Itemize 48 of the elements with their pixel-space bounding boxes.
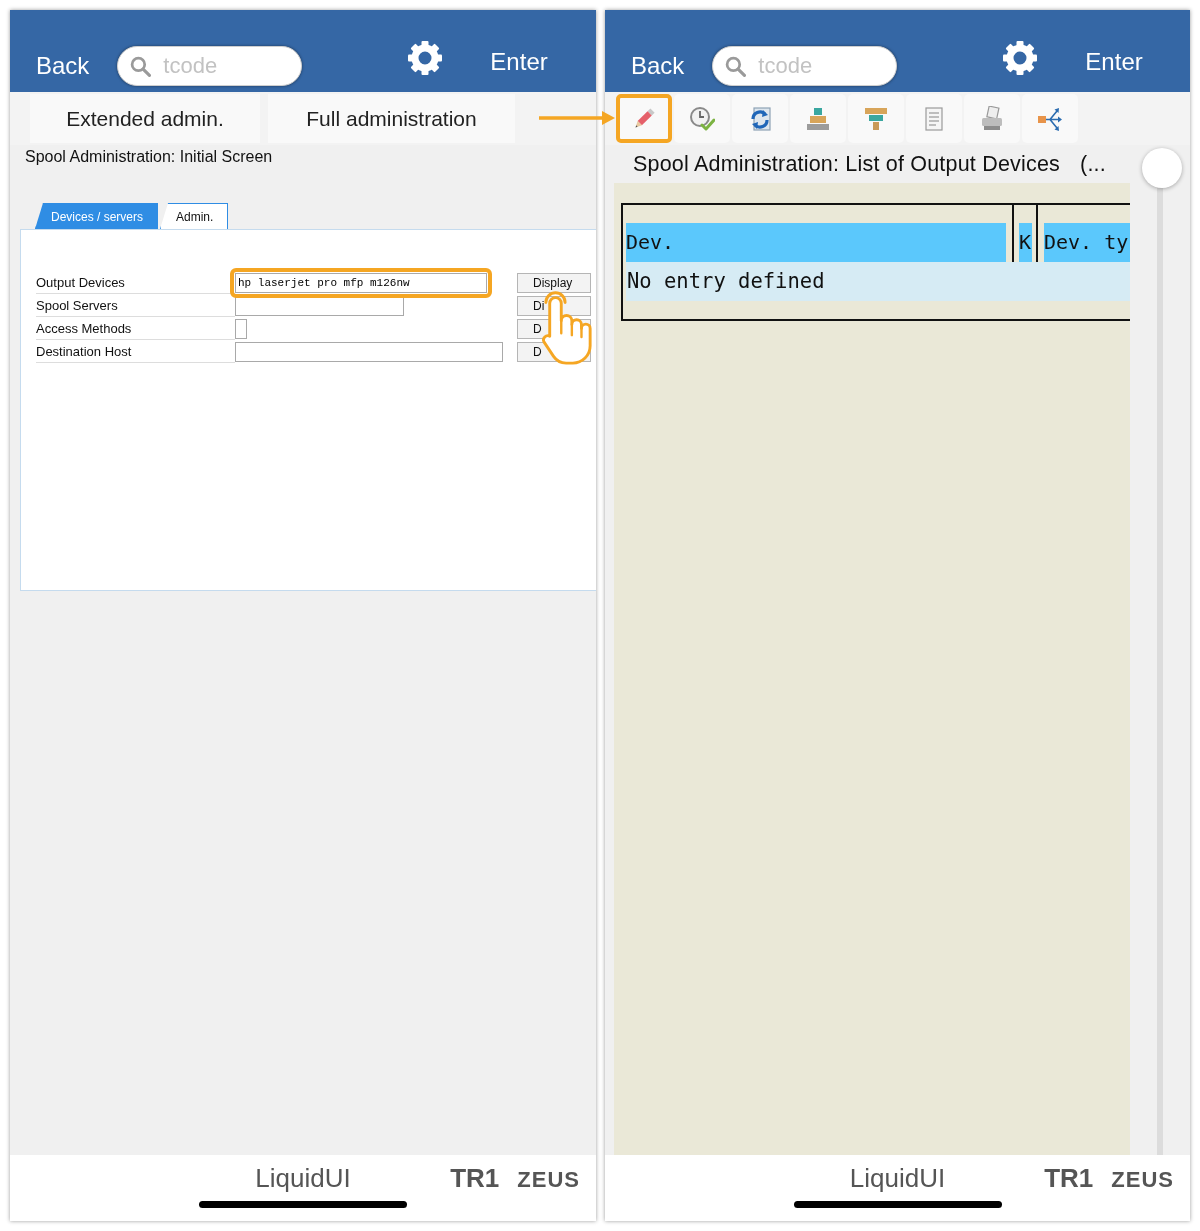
screen-title: Spool Administration: Initial Screen xyxy=(25,147,273,167)
back-button[interactable]: Back xyxy=(631,52,685,80)
search-field[interactable]: tcode xyxy=(117,46,303,86)
scroll-knob[interactable] xyxy=(1142,148,1182,188)
toolbar-button[interactable] xyxy=(848,94,904,143)
toolbar-button[interactable] xyxy=(616,94,672,143)
brand-label: LiquidUI xyxy=(849,1162,946,1194)
funnel-icon xyxy=(863,105,889,132)
settings-icon[interactable] xyxy=(1002,40,1039,76)
server-label: ZEUS xyxy=(1111,1166,1174,1193)
toolbar-button[interactable] xyxy=(1022,94,1078,143)
stacked-blocks-icon xyxy=(805,105,831,132)
tab[interactable]: Admin. xyxy=(160,203,229,229)
scroll-track[interactable] xyxy=(1157,185,1163,1155)
toolbar-button[interactable] xyxy=(732,94,788,143)
field-label: Spool Servers xyxy=(36,294,235,317)
screen-title: Spool Administration: List of Output Devices xyxy=(633,151,1061,177)
toolbar-button[interactable] xyxy=(964,94,1020,143)
search-icon xyxy=(130,56,152,77)
branching-arrows-icon xyxy=(1037,105,1063,132)
table-row: No entry defined xyxy=(626,262,1130,301)
search-field[interactable]: tcode xyxy=(712,46,898,86)
enter-button[interactable]: Enter xyxy=(490,48,548,76)
display-button[interactable]: Display xyxy=(517,272,591,293)
brand-label: LiquidUI xyxy=(255,1162,351,1194)
enter-button[interactable]: Enter xyxy=(1085,48,1143,76)
system-label: TR1 xyxy=(1044,1162,1094,1194)
printer-icon xyxy=(979,105,1005,132)
field-label: Output Devices xyxy=(36,271,235,294)
back-button[interactable]: Back xyxy=(36,52,90,80)
field-label: Destination Host xyxy=(36,340,235,363)
input-field[interactable] xyxy=(235,341,503,362)
column-header: Dev. ty xyxy=(1044,223,1130,262)
action-button[interactable]: Full administration xyxy=(268,94,515,143)
search-icon xyxy=(725,56,747,77)
column-header: Dev. xyxy=(626,223,1006,262)
ellipsis-text: (... xyxy=(1080,151,1106,177)
toolbar-button[interactable] xyxy=(790,94,846,143)
settings-icon[interactable] xyxy=(407,40,444,76)
clock-check-icon xyxy=(689,105,715,132)
server-label: ZEUS xyxy=(517,1166,580,1193)
action-button[interactable]: Extended admin. xyxy=(30,94,260,143)
system-label: TR1 xyxy=(450,1162,500,1194)
toolbar-button[interactable] xyxy=(674,94,730,143)
input-field[interactable] xyxy=(235,318,247,339)
field-label: Access Methods xyxy=(36,317,235,340)
column-header: K xyxy=(1019,223,1032,262)
input-field[interactable]: hp laserjet pro mfp m126nw xyxy=(235,272,487,293)
